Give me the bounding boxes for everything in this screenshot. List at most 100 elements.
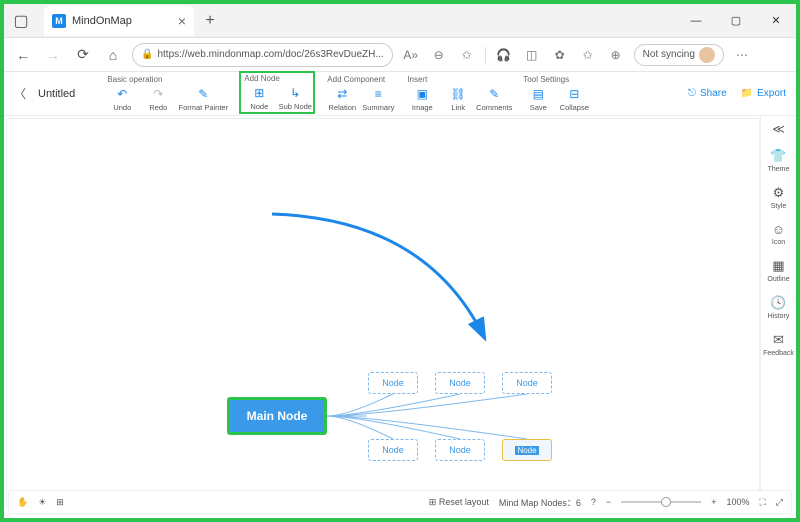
zoom-in-button[interactable]: + [711,497,716,507]
style-icon: ⚙ [773,185,785,201]
mindmap-node-selected[interactable]: Node [502,439,552,461]
history-button[interactable]: 🕓History [768,295,790,320]
mindmap-node[interactable]: Node [435,439,485,461]
back-chevron-icon[interactable]: 〈 [14,85,34,102]
sun-icon[interactable]: ☀ [38,497,46,508]
headphones-icon[interactable]: 🎧 [494,45,514,65]
relation-button[interactable]: ⇄Relation [325,86,359,112]
reset-layout-button[interactable]: ⊞ Reset layout [429,497,489,508]
group-basic-operation: Basic operation ↶Undo ↷Redo ✎Format Pain… [105,75,229,112]
address-bar: ← → ⟳ ⌂ 🔒 https://web.mindonmap.com/doc/… [4,38,796,72]
redo-button[interactable]: ↷Redo [141,86,175,112]
share-icon: ⎋ [688,88,696,99]
grid-icon[interactable]: ⊞ [56,497,64,508]
relation-icon: ⇄ [334,86,350,102]
export-button[interactable]: 📁Export [741,88,786,99]
comments-button[interactable]: ✎Comments [477,86,511,112]
maximize-button[interactable]: ▢ [716,4,756,38]
group-add-node: Add Node ⊞Node ↳Sub Node [239,71,315,114]
zoom-out-icon[interactable]: ⊖ [429,45,449,65]
theme-icon: 👕 [770,148,786,164]
comment-icon: ✎ [486,86,502,102]
mindmap-node[interactable]: Node [502,372,552,394]
icon-button[interactable]: ☺Icon [772,222,785,246]
lock-icon: 🔒 [141,49,153,60]
brush-icon: ✎ [195,86,211,102]
group-insert: Insert ▣Image ⛓Link ✎Comments [405,75,511,112]
home-button[interactable]: ⌂ [102,44,124,66]
new-tab-button[interactable]: + [198,9,222,33]
save-button[interactable]: ▤Save [521,86,555,112]
zoom-level: 100% [726,497,749,507]
add-subnode-button[interactable]: ↳Sub Node [278,85,312,111]
add-node-button[interactable]: ⊞Node [242,85,276,111]
mindmap-node[interactable]: Node [368,439,418,461]
group-add-component: Add Component ⇄Relation ≡Summary [325,75,395,112]
zoom-out-button[interactable]: − [606,497,611,507]
cube-icon[interactable]: ◫ [522,45,542,65]
group-tool-settings: Tool Settings ▤Save ⊟Collapse [521,75,591,112]
undo-icon: ↶ [114,86,130,102]
theme-button[interactable]: 👕Theme [768,148,790,173]
refresh-button[interactable]: ⟳ [72,44,94,66]
insert-image-button[interactable]: ▣Image [405,86,439,112]
style-button[interactable]: ⚙Style [771,185,787,210]
tab-overview-button[interactable]: ▢ [4,4,38,38]
share-button[interactable]: ⎋Share [688,88,727,99]
side-panel: ≪ 👕Theme ⚙Style ☺Icon ▦Outline 🕓History … [760,116,796,511]
hand-tool-icon[interactable]: ✋ [17,497,28,508]
save-icon: ▤ [530,86,546,102]
avatar-icon [699,47,715,63]
smile-icon: ☺ [772,222,785,237]
group-label: Add Component [325,75,395,84]
format-painter-button[interactable]: ✎Format Painter [177,86,229,112]
favorite-icon[interactable]: ✩ [457,45,477,65]
collections-icon[interactable]: ⊕ [606,45,626,65]
collapse-icon: ⊟ [566,86,582,102]
browser-titlebar: ▢ M MindOnMap × + — ▢ ✕ [4,4,796,38]
fit-icon[interactable]: ⛶ [759,497,765,508]
back-button[interactable]: ← [12,44,34,66]
favicon-icon: M [52,14,66,28]
group-label: Basic operation [105,75,229,84]
mindmap-node[interactable]: Node [435,372,485,394]
minimize-button[interactable]: — [676,4,716,38]
browser-tab[interactable]: M MindOnMap × [44,6,194,36]
history-icon: 🕓 [770,295,786,311]
close-window-button[interactable]: ✕ [756,4,796,38]
more-menu-icon[interactable]: ⋯ [732,45,752,65]
image-icon: ▣ [414,86,430,102]
workspace: Main Node Node Node Node Node Node Node … [4,116,796,511]
extensions-icon[interactable]: ✿ [550,45,570,65]
sync-label: Not syncing [643,49,695,60]
main-node[interactable]: Main Node [227,397,327,435]
group-label: Add Node [242,74,312,83]
canvas[interactable]: Main Node Node Node Node Node Node Node [6,118,760,509]
subnode-icon: ↳ [287,85,303,101]
zoom-slider[interactable] [621,501,701,503]
status-bar: ✋ ☀ ⊞ ⊞ Reset layout Mind Map Nodes：6 ? … [8,490,792,514]
profile-sync-button[interactable]: Not syncing [634,44,724,66]
collapse-panel-icon[interactable]: ≪ [772,122,785,136]
tab-title: MindOnMap [72,15,132,27]
insert-link-button[interactable]: ⛓Link [441,86,475,112]
summary-button[interactable]: ≡Summary [361,86,395,112]
summary-icon: ≡ [370,86,386,102]
close-tab-icon[interactable]: × [178,13,186,29]
collapse-button[interactable]: ⊟Collapse [557,86,591,112]
read-aloud-icon[interactable]: A» [401,45,421,65]
mindmap-node[interactable]: Node [368,372,418,394]
favorites-bar-icon[interactable]: ✩ [578,45,598,65]
undo-button[interactable]: ↶Undo [105,86,139,112]
help-icon[interactable]: ? [591,497,596,507]
feedback-button[interactable]: ✉Feedback [763,332,794,357]
forward-button[interactable]: → [42,44,64,66]
folder-icon: 📁 [741,88,753,99]
url-input[interactable]: 🔒 https://web.mindonmap.com/doc/26s3RevD… [132,43,393,67]
document-title[interactable]: Untitled [38,88,75,100]
url-text: https://web.mindonmap.com/doc/26s3RevDue… [157,49,383,60]
divider [485,47,486,63]
link-icon: ⛓ [450,86,466,102]
outline-button[interactable]: ▦Outline [767,258,789,283]
fullscreen-icon[interactable]: ⤢ [776,497,783,508]
